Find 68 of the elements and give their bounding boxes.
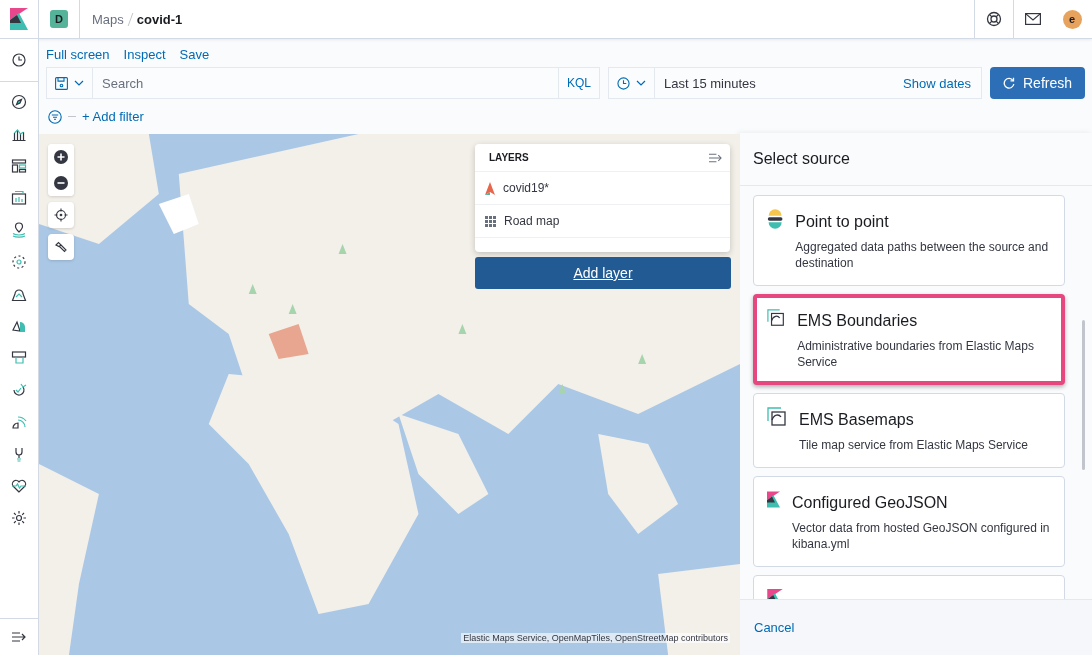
layers-title: LAYERS — [489, 152, 529, 163]
striped-circle-icon — [767, 209, 784, 229]
chevron-down-icon — [74, 80, 84, 86]
map-attribution: Elastic Maps Service, OpenMapTiles, OpenStreetMap contributors — [461, 633, 730, 643]
crosshair-icon — [54, 208, 68, 222]
refresh-button[interactable]: Refresh — [990, 67, 1085, 99]
plus-icon — [54, 150, 68, 164]
source-description: Aggregated data paths between the source and destination — [795, 239, 1050, 271]
source-card[interactable]: EMS Basemaps Tile map service from Elastic Maps Service — [753, 393, 1065, 468]
time-range[interactable]: Last 15 minutes — [655, 68, 894, 98]
source-description: Tile map service from Elastic Maps Service — [799, 437, 1028, 453]
dotted-circle-icon[interactable] — [11, 254, 27, 270]
source-title: Configured GeoJSON — [792, 494, 949, 512]
layer-item[interactable]: Road map — [475, 205, 730, 238]
source-card[interactable]: EMS Boundaries Administrative boundaries from Elastic Maps Service — [753, 294, 1065, 385]
scrollbar[interactable] — [1082, 320, 1085, 470]
marker-icon — [485, 181, 495, 195]
boundaries-icon — [767, 308, 786, 328]
menu-collapse-icon[interactable] — [12, 632, 26, 642]
heart-pulse-icon[interactable] — [11, 478, 27, 494]
top-nav-link[interactable]: Inspect — [123, 47, 166, 62]
zoom-out-button[interactable] — [48, 170, 74, 196]
add-layer-button[interactable]: Add layer — [475, 257, 731, 289]
logo-icon[interactable] — [10, 8, 28, 30]
source-card[interactable]: Point to point Aggregated data paths between the source and destination — [753, 195, 1065, 286]
collapse-panel-icon[interactable] — [709, 152, 722, 163]
zoom-in-button[interactable] — [48, 144, 74, 170]
signal-icon[interactable] — [11, 414, 27, 430]
source-title: EMS Basemaps — [799, 411, 915, 429]
query-language-button[interactable]: KQL — [558, 68, 599, 98]
flyout-title: Select source — [740, 133, 1092, 186]
clock-icon — [617, 76, 630, 90]
map-pin-icon[interactable] — [11, 222, 27, 238]
logo-icon — [767, 490, 780, 509]
minus-icon — [54, 176, 68, 190]
help-icon[interactable] — [986, 11, 1002, 27]
cancel-link[interactable]: Cancel — [754, 620, 795, 635]
bar-chart-icon[interactable] — [11, 126, 27, 142]
mail-icon[interactable] — [1025, 13, 1041, 25]
source-description: Administrative boundaries from Elastic Maps Service — [797, 338, 1035, 370]
top-nav-link[interactable]: Save — [179, 47, 210, 62]
breadcrumb[interactable]: Maps — [92, 11, 124, 27]
space-badge[interactable]: D — [50, 10, 68, 28]
tools-button[interactable] — [48, 234, 74, 260]
boundaries-icon — [767, 407, 787, 427]
chevron-down-icon — [636, 80, 646, 86]
layer-item[interactable]: covid19* — [475, 172, 730, 205]
dashboard-icon[interactable] — [11, 158, 27, 174]
user-avatar[interactable]: e — [1062, 9, 1082, 29]
compass-icon[interactable] — [11, 94, 27, 110]
search-field[interactable]: Search KQL — [46, 67, 600, 99]
check-arrow-icon[interactable] — [11, 382, 27, 398]
show-dates-link[interactable]: Show dates — [893, 68, 981, 98]
source-title: Point to point — [795, 213, 890, 231]
source-card[interactable]: Configured GeoJSON Vector data from hosted GeoJSON configured in kibana.yml — [753, 476, 1065, 567]
breadcrumb[interactable]: covid-1 — [136, 11, 183, 27]
save-icon — [55, 76, 68, 90]
top-nav-link[interactable]: Full screen — [46, 47, 110, 62]
set-view-button[interactable] — [48, 202, 74, 228]
monitor-icon[interactable] — [11, 350, 27, 366]
settings-icon[interactable] — [11, 510, 27, 526]
source-description: Vector data from hosted GeoJSON configured in kibana.yml — [792, 520, 1051, 552]
add-filter-link[interactable]: + Add filter — [82, 109, 144, 124]
filter-icon[interactable] — [48, 109, 62, 124]
source-title: EMS Boundaries — [797, 312, 919, 330]
refresh-icon — [1003, 77, 1015, 89]
grid-icon — [485, 215, 496, 227]
clock-icon[interactable] — [12, 53, 26, 67]
